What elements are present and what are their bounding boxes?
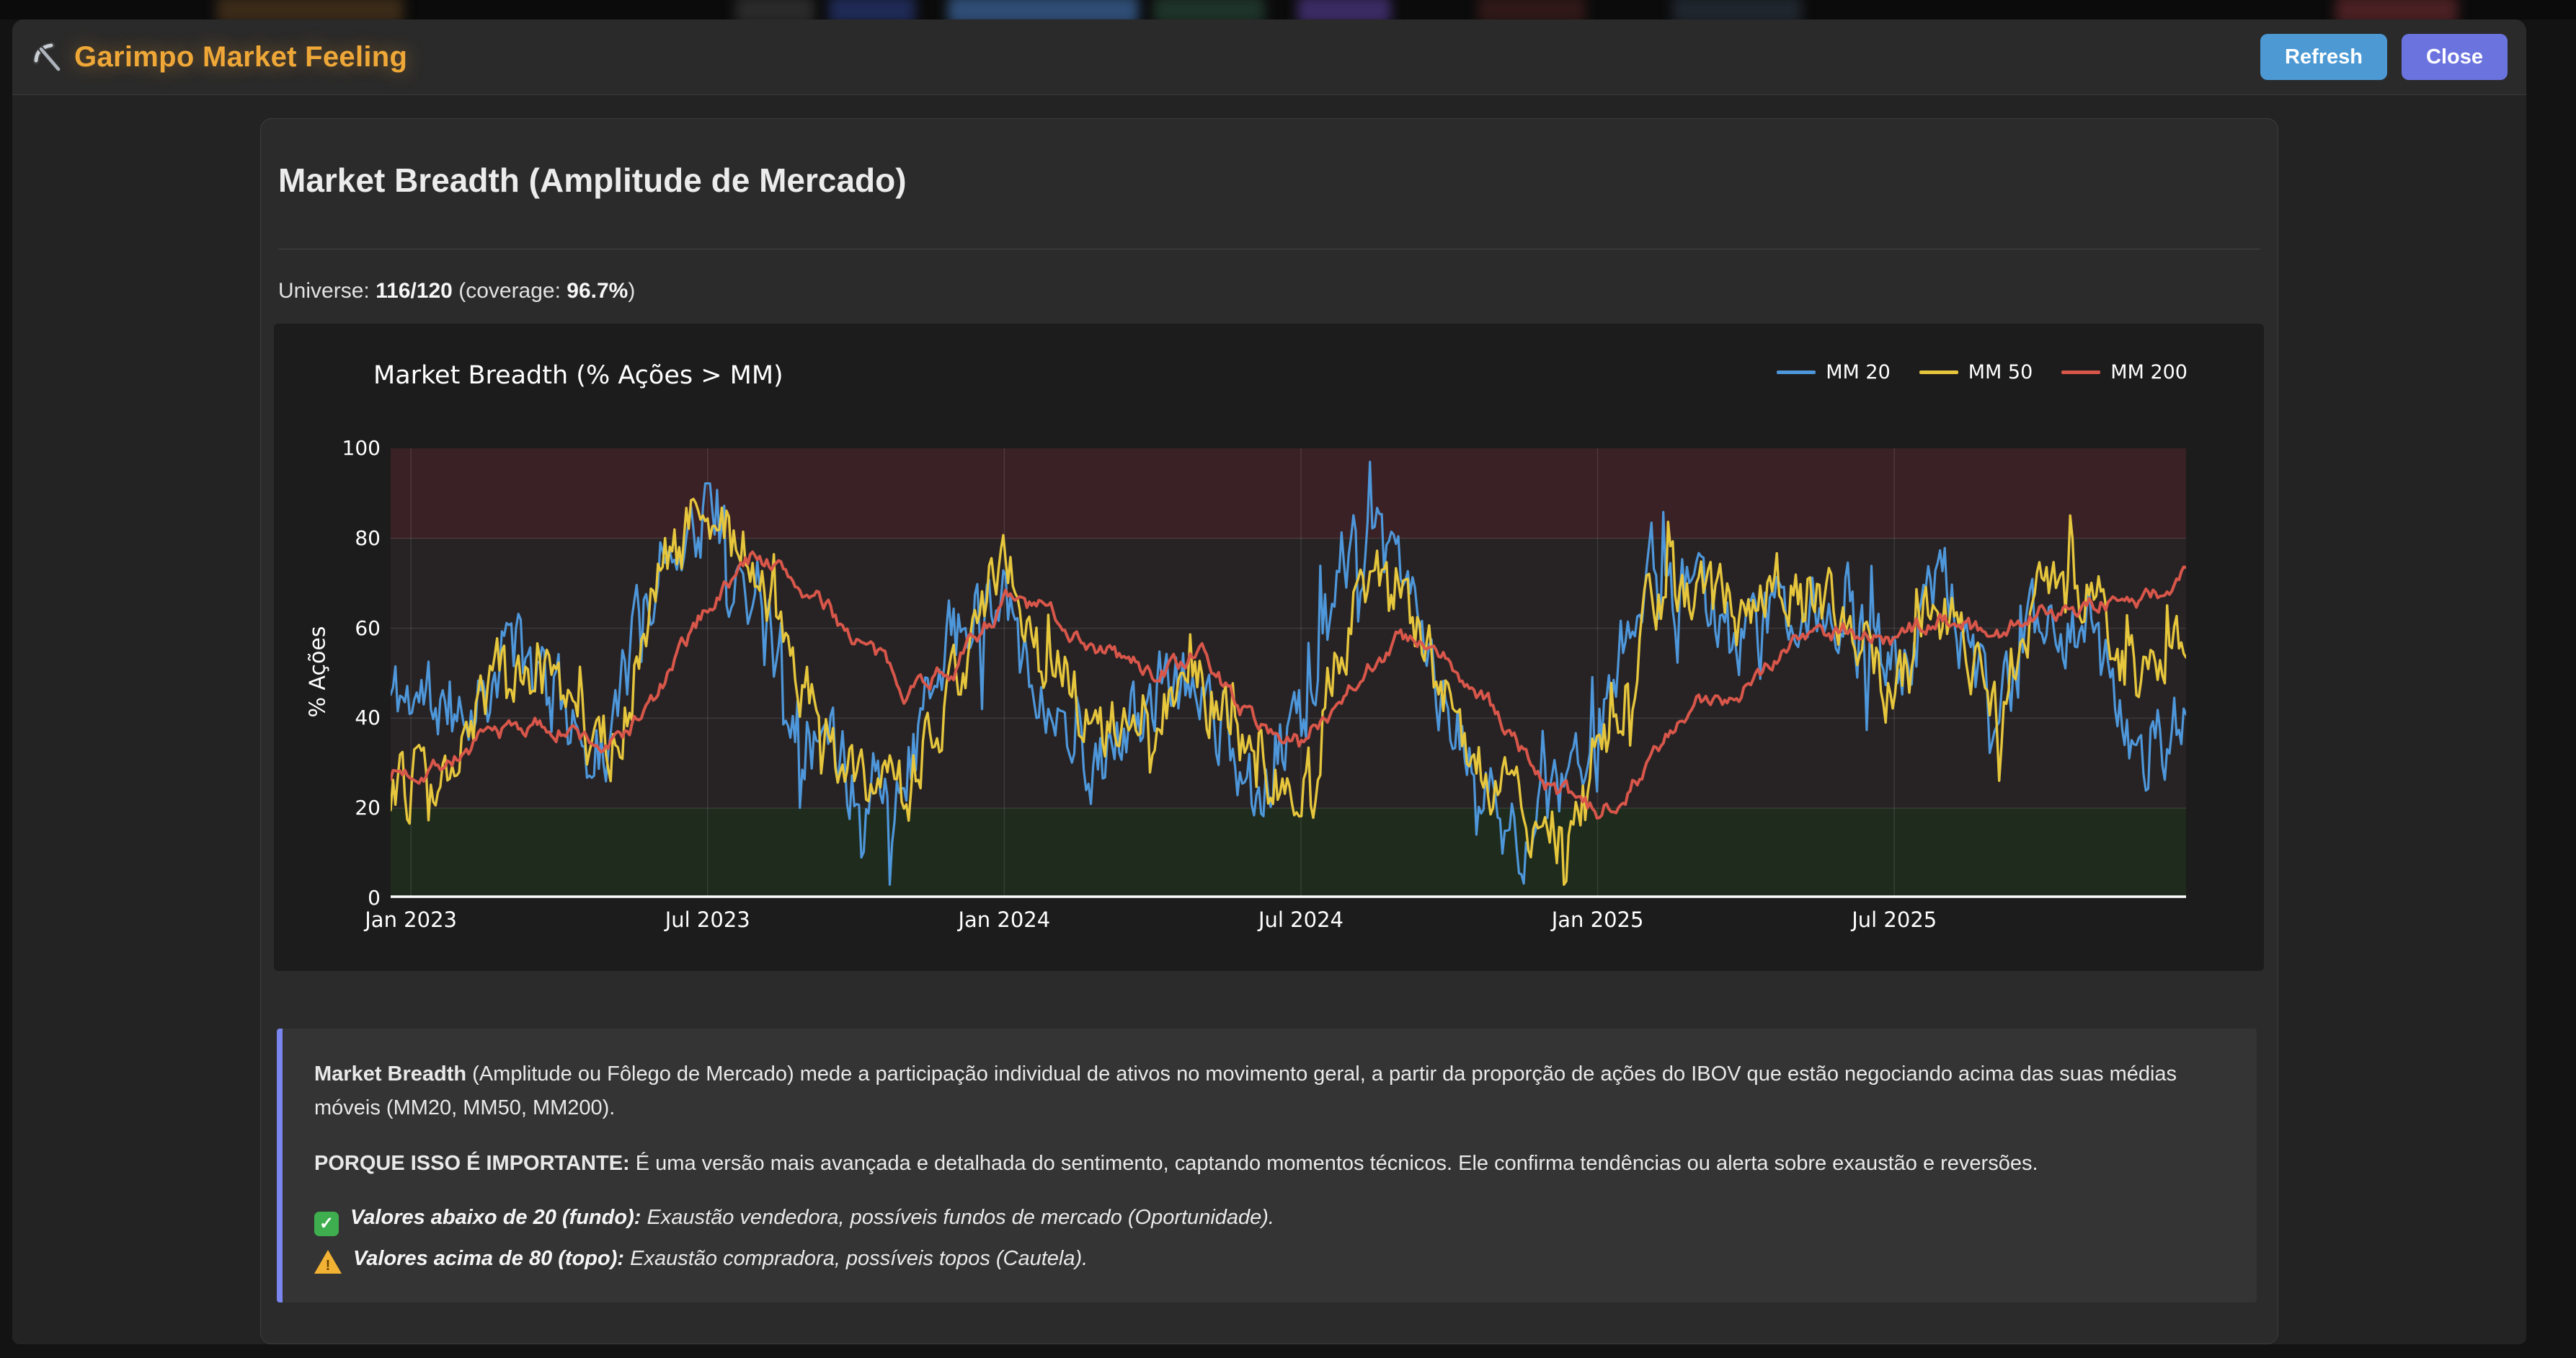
legend-item: MM 20 xyxy=(1777,361,1891,383)
app-title: Garimpo Market Feeling xyxy=(74,41,407,74)
bullet-term: Valores abaixo de 20 (fundo): xyxy=(350,1206,641,1229)
x-tick-label: Jan 2023 xyxy=(342,907,479,932)
universe-label: Universe: xyxy=(278,279,370,303)
market-breadth-card: Market Breadth (Amplitude de Mercado) Un… xyxy=(260,118,2278,1344)
coverage-value: 96.7% xyxy=(567,279,628,303)
backdrop-tile xyxy=(735,0,814,19)
bullet-text: Exaustão vendedora, possíveis fundos de … xyxy=(641,1206,1274,1229)
universe-value: 116/120 xyxy=(376,279,453,303)
market-feeling-modal: Garimpo Market Feeling Refresh Close Mar… xyxy=(12,19,2526,1344)
backdrop-tile xyxy=(1297,0,1391,19)
x-tick-label: Jan 2025 xyxy=(1529,907,1666,932)
legend-item: MM 200 xyxy=(2061,361,2188,383)
backdrop-tile xyxy=(2335,0,2458,19)
check-icon: ✓ xyxy=(314,1212,339,1236)
x-tick-label: Jul 2025 xyxy=(1826,907,1963,932)
backdrop-tile xyxy=(216,0,404,19)
explanation-term: Market Breadth xyxy=(314,1062,466,1086)
backdrop-tile xyxy=(1478,0,1586,19)
backdrop-tile xyxy=(948,0,1139,19)
coverage-paren: ) xyxy=(628,279,635,303)
close-button[interactable]: Close xyxy=(2402,34,2508,80)
y-tick-label: 60 xyxy=(316,616,381,642)
x-tick-label: Jan 2024 xyxy=(936,907,1072,932)
importance-paragraph: PORQUE ISSO É IMPORTANTE: É uma versão m… xyxy=(314,1147,2225,1181)
bullet-term: Valores acima de 80 (topo): xyxy=(353,1247,624,1270)
legend-item: MM 50 xyxy=(1919,361,2033,383)
plot-area xyxy=(391,448,2186,898)
explanation-text: (Amplitude ou Fôlego de Mercado) mede a … xyxy=(314,1062,2177,1119)
legend-line-swatch xyxy=(1919,370,1958,374)
pickaxe-icon xyxy=(31,40,64,74)
explanation-box: Market Breadth (Amplitude ou Fôlego de M… xyxy=(277,1029,2257,1302)
legend-label: MM 20 xyxy=(1826,361,1891,383)
card-title: Market Breadth (Amplitude de Mercado) xyxy=(278,161,907,200)
threshold-bullet: ✓ Valores abaixo de 20 (fundo): Exaustão … xyxy=(314,1201,2225,1236)
legend-label: MM 50 xyxy=(1968,361,2033,383)
modal-header: Garimpo Market Feeling Refresh Close xyxy=(12,19,2526,95)
threshold-bullet: ! Valores acima de 80 (topo): Exaustão co… xyxy=(314,1242,2225,1275)
legend-line-swatch xyxy=(2061,370,2100,374)
y-tick-label: 20 xyxy=(316,795,381,821)
y-tick-label: 40 xyxy=(316,705,381,731)
overbought-zone xyxy=(391,448,2186,538)
y-tick-label: 100 xyxy=(316,435,381,461)
y-tick-label: 80 xyxy=(316,525,381,551)
refresh-button[interactable]: Refresh xyxy=(2260,34,2387,80)
threshold-bullets: ✓ Valores abaixo de 20 (fundo): Exaustão … xyxy=(314,1201,2225,1275)
page-behind-modal xyxy=(0,0,2576,19)
explanation-paragraph: Market Breadth (Amplitude ou Fôlego de M… xyxy=(314,1057,2225,1125)
oversold-zone xyxy=(391,808,2186,898)
bullet-text: Exaustão compradora, possíveis topos (Ca… xyxy=(624,1247,1088,1270)
legend-line-swatch xyxy=(1777,370,1816,374)
x-tick-label: Jul 2024 xyxy=(1233,907,1369,932)
screen: Garimpo Market Feeling Refresh Close Mar… xyxy=(0,0,2576,1358)
backdrop-tile xyxy=(829,0,915,19)
x-tick-label: Jul 2023 xyxy=(639,907,776,932)
universe-summary: Universe: 116/120 (coverage: 96.7%) xyxy=(278,279,635,303)
market-breadth-chart: Market Breadth (% Ações > MM) MM 20 MM 50… xyxy=(274,324,2264,971)
warning-icon: ! xyxy=(314,1250,342,1274)
backdrop-tile xyxy=(1672,0,1802,19)
chart-title: Market Breadth (% Ações > MM) xyxy=(373,361,783,390)
chart-legend: MM 20 MM 50 MM 200 xyxy=(1777,361,2188,383)
coverage-label: (coverage: xyxy=(458,279,561,303)
importance-term: PORQUE ISSO É IMPORTANTE: xyxy=(314,1152,630,1175)
backdrop-tile xyxy=(1153,0,1265,19)
importance-text: É uma versão mais avançada e detalhada d… xyxy=(630,1152,2038,1175)
legend-label: MM 200 xyxy=(2110,361,2188,383)
